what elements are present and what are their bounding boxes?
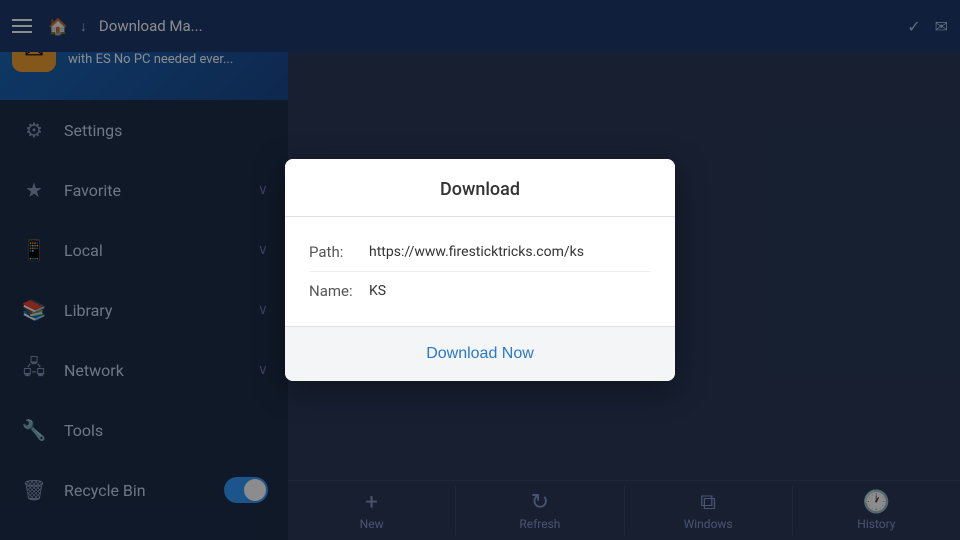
dialog-body: Path: https://www.firesticktricks.com/ks… <box>285 217 675 326</box>
name-label: Name: <box>309 282 369 300</box>
path-row: Path: https://www.firesticktricks.com/ks <box>309 233 651 272</box>
dialog-title: Download <box>440 179 520 200</box>
name-value: KS <box>369 283 651 299</box>
path-label: Path: <box>309 243 369 261</box>
download-dialog: Download Path: https://www.firesticktric… <box>285 159 675 381</box>
dialog-header: Download <box>285 159 675 217</box>
dialog-footer: Download Now <box>285 326 675 381</box>
download-now-button[interactable]: Download Now <box>402 339 558 369</box>
path-value: https://www.firesticktricks.com/ks <box>369 244 651 260</box>
modal-overlay[interactable]: Download Path: https://www.firesticktric… <box>0 0 960 540</box>
name-row: Name: KS <box>309 272 651 310</box>
